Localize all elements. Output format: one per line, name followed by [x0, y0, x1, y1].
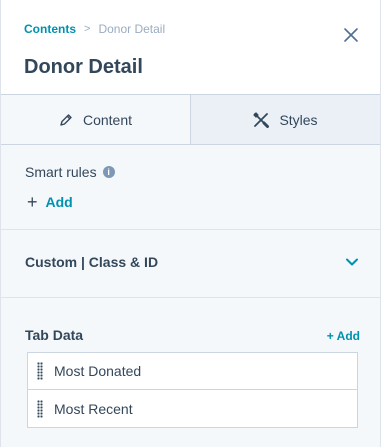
- paint-tools-icon: [253, 111, 270, 128]
- drag-handle-icon[interactable]: [37, 399, 43, 418]
- breadcrumb-separator: >: [84, 23, 91, 35]
- smart-rules-label: Smart rules: [25, 164, 97, 180]
- tab-styles[interactable]: Styles: [191, 95, 380, 144]
- close-button[interactable]: [342, 26, 360, 44]
- drag-handle-icon[interactable]: [37, 362, 43, 380]
- pencil-icon: [60, 113, 72, 126]
- tab-data-list: Most Donated Most Recent: [27, 352, 358, 428]
- plus-icon: +: [27, 192, 38, 212]
- list-item[interactable]: Most Recent: [28, 390, 357, 427]
- chevron-down-icon[interactable]: [346, 258, 358, 266]
- tab-content[interactable]: Content: [1, 95, 191, 144]
- smart-rules-section: Smart rules i + Add: [1, 145, 380, 230]
- breadcrumb-contents-link[interactable]: Contents: [24, 22, 76, 36]
- breadcrumb-current: Donor Detail: [98, 22, 166, 36]
- editor-panel: Contents > Donor Detail Donor Detail Con…: [0, 0, 381, 447]
- page-title: Donor Detail: [24, 56, 143, 78]
- list-item-label: Most Donated: [54, 363, 142, 379]
- panel-header: Contents > Donor Detail Donor Detail: [1, 0, 380, 95]
- smart-rules-heading: Smart rules i: [25, 164, 115, 180]
- tab-data-section: Tab Data + Add Most Donated Most Recent: [1, 298, 380, 447]
- smart-rules-add-button[interactable]: + Add: [27, 193, 73, 211]
- tab-content-label: Content: [82, 111, 133, 128]
- tab-data-add-button[interactable]: + Add: [327, 329, 360, 343]
- tab-styles-label: Styles: [279, 111, 318, 128]
- list-item[interactable]: Most Donated: [28, 353, 357, 390]
- close-icon: [344, 28, 358, 42]
- custom-class-id-section[interactable]: Custom | Class & ID: [1, 230, 380, 298]
- breadcrumb: Contents > Donor Detail: [24, 22, 165, 36]
- tab-data-heading: Tab Data: [25, 327, 84, 343]
- tab-bar: Content Styles: [1, 95, 380, 145]
- custom-class-id-label: Custom | Class & ID: [25, 254, 159, 270]
- info-icon[interactable]: i: [102, 166, 115, 178]
- list-item-label: Most Recent: [54, 400, 133, 417]
- smart-rules-add-label: Add: [45, 194, 73, 210]
